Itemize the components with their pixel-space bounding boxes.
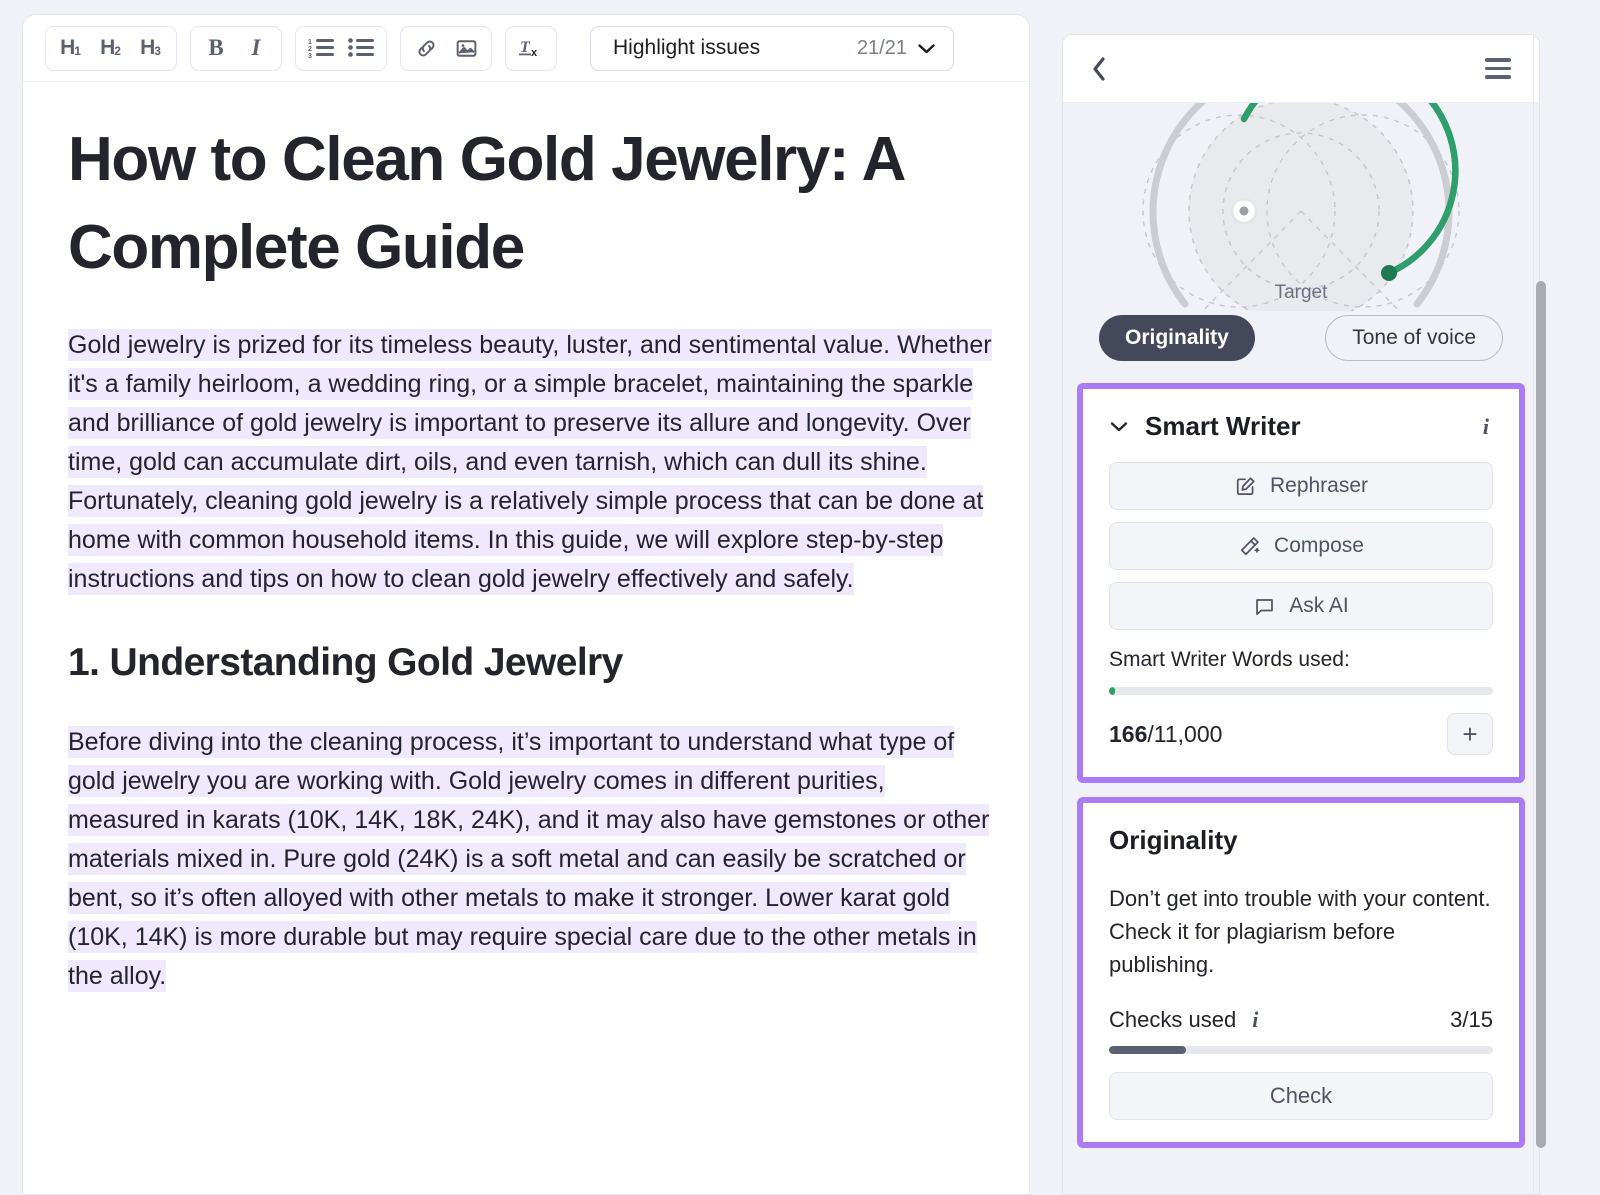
link-icon[interactable]	[407, 30, 445, 67]
smart-writer-card: Smart Writer i Rephraser Compose Ask AI …	[1077, 383, 1525, 783]
chat-bubble-icon	[1253, 595, 1276, 618]
add-words-button[interactable]: +	[1447, 713, 1493, 755]
highlight-issues-select[interactable]: Highlight issues 21/21	[590, 25, 954, 71]
svg-text:T: T	[520, 39, 531, 56]
tab-originality[interactable]: Originality	[1099, 315, 1255, 361]
compose-button[interactable]: Compose	[1109, 522, 1493, 570]
heading-1-label: H	[60, 36, 76, 59]
assistant-sidebar: Target Originality Tone of voice Smart W…	[1062, 34, 1540, 1195]
heading-2-label: H	[100, 36, 116, 59]
smart-writer-usage-row: 166/11,000 +	[1109, 713, 1493, 755]
heading-3-label: H	[140, 36, 156, 59]
editor-toolbar: H1 H2 H3 B I 1 2 3 T x Highlight issues …	[23, 15, 1029, 82]
pencil-square-icon	[1234, 475, 1257, 498]
checks-used-left: Checks used i	[1109, 1007, 1262, 1033]
heading-1-sub: 1	[74, 44, 81, 58]
sidebar-scrollbar-thumb[interactable]	[1536, 281, 1546, 1148]
compose-label: Compose	[1274, 534, 1364, 557]
smart-writer-progress-bar	[1109, 687, 1493, 695]
info-icon[interactable]: i	[1479, 414, 1493, 440]
rephraser-label: Rephraser	[1269, 474, 1369, 497]
bullet-list-icon[interactable]	[342, 30, 380, 67]
smart-writer-usage-value: 166/11,000	[1109, 721, 1222, 748]
heading-button-group: H1 H2 H3	[45, 25, 177, 71]
info-icon[interactable]: i	[1248, 1007, 1262, 1033]
hamburger-menu-icon[interactable]	[1485, 58, 1511, 79]
clear-format-group: T x	[505, 25, 557, 71]
clear-formatting-icon[interactable]: T x	[512, 30, 550, 67]
svg-text:x: x	[531, 47, 538, 59]
checks-progress-bar	[1109, 1046, 1493, 1054]
highlighted-text: Gold jewelry is prized for its timeless …	[68, 329, 992, 596]
checks-used-value: 3/15	[1450, 1007, 1493, 1032]
heading-3-sub: 3	[154, 44, 161, 58]
words-limit: /11,000	[1147, 720, 1223, 747]
originality-card: Originality Don’t get into trouble with …	[1077, 797, 1525, 1148]
editor-panel: H1 H2 H3 B I 1 2 3 T x Highlight issues …	[22, 14, 1030, 1195]
score-gauge: Target	[1063, 103, 1539, 311]
chevron-down-icon	[917, 42, 936, 55]
highlight-issues-count: 21/21	[856, 36, 907, 59]
smart-writer-progress-fill	[1109, 687, 1115, 695]
image-icon[interactable]	[447, 30, 485, 67]
chevron-down-icon[interactable]	[1109, 420, 1129, 433]
checks-progress-fill	[1109, 1046, 1186, 1054]
highlighted-text: Before diving into the cleaning process,…	[68, 726, 990, 993]
words-used: 166	[1109, 720, 1148, 747]
bold-button[interactable]: B	[197, 30, 235, 67]
smart-writer-title: Smart Writer	[1145, 411, 1301, 441]
heading-3-button[interactable]: H3	[132, 30, 170, 67]
smart-writer-usage-label: Smart Writer Words used:	[1109, 648, 1350, 671]
list-group: 1 2 3	[295, 25, 387, 71]
document-title: How to Clean Gold Jewelry: A Complete Gu…	[68, 125, 904, 283]
chevron-left-icon[interactable]	[1089, 54, 1109, 84]
checks-used-row: Checks used i 3/15	[1109, 1007, 1493, 1033]
metric-tabs: Originality Tone of voice	[1063, 315, 1539, 361]
smart-writer-header: Smart Writer i	[1109, 411, 1493, 442]
app-root: H1 H2 H3 B I 1 2 3 T x Highlight issues …	[0, 0, 1600, 1195]
sidebar-header	[1063, 35, 1539, 103]
gauge-target-label: Target	[1274, 282, 1328, 303]
originality-content: Originality Don’t get into trouble with …	[1083, 803, 1519, 1142]
tab-tone-of-voice[interactable]: Tone of voice	[1325, 315, 1503, 361]
smart-writer-content: Smart Writer i Rephraser Compose Ask AI …	[1083, 389, 1519, 777]
ask-ai-button[interactable]: Ask AI	[1109, 582, 1493, 630]
originality-description: Don’t get into trouble with your content…	[1109, 886, 1491, 977]
originality-title: Originality	[1109, 825, 1238, 855]
svg-text:1: 1	[308, 39, 312, 46]
rephraser-button[interactable]: Rephraser	[1109, 462, 1493, 510]
ordered-list-icon[interactable]: 1 2 3	[302, 30, 340, 67]
document-heading-1: 1. Understanding Gold Jewelry	[68, 641, 623, 685]
text-style-group: B I	[190, 25, 282, 71]
document-paragraph-2: Before diving into the cleaning process,…	[68, 723, 995, 996]
document-paragraph-1: Gold jewelry is prized for its timeless …	[68, 326, 995, 599]
ask-ai-label: Ask AI	[1289, 594, 1349, 617]
document-body[interactable]: How to Clean Gold Jewelry: A Complete Gu…	[23, 82, 1029, 1194]
heading-1-button[interactable]: H1	[52, 30, 90, 67]
highlight-issues-label: Highlight issues	[613, 36, 761, 59]
heading-2-button[interactable]: H2	[92, 30, 130, 67]
heading-2-sub: 2	[114, 44, 121, 58]
magic-wand-icon	[1238, 535, 1261, 558]
italic-button[interactable]: I	[237, 30, 275, 67]
checks-used-label: Checks used	[1109, 1007, 1237, 1032]
check-button[interactable]: Check	[1109, 1072, 1493, 1120]
insert-group	[400, 25, 492, 71]
svg-text:3: 3	[308, 53, 312, 59]
svg-text:2: 2	[308, 46, 312, 53]
